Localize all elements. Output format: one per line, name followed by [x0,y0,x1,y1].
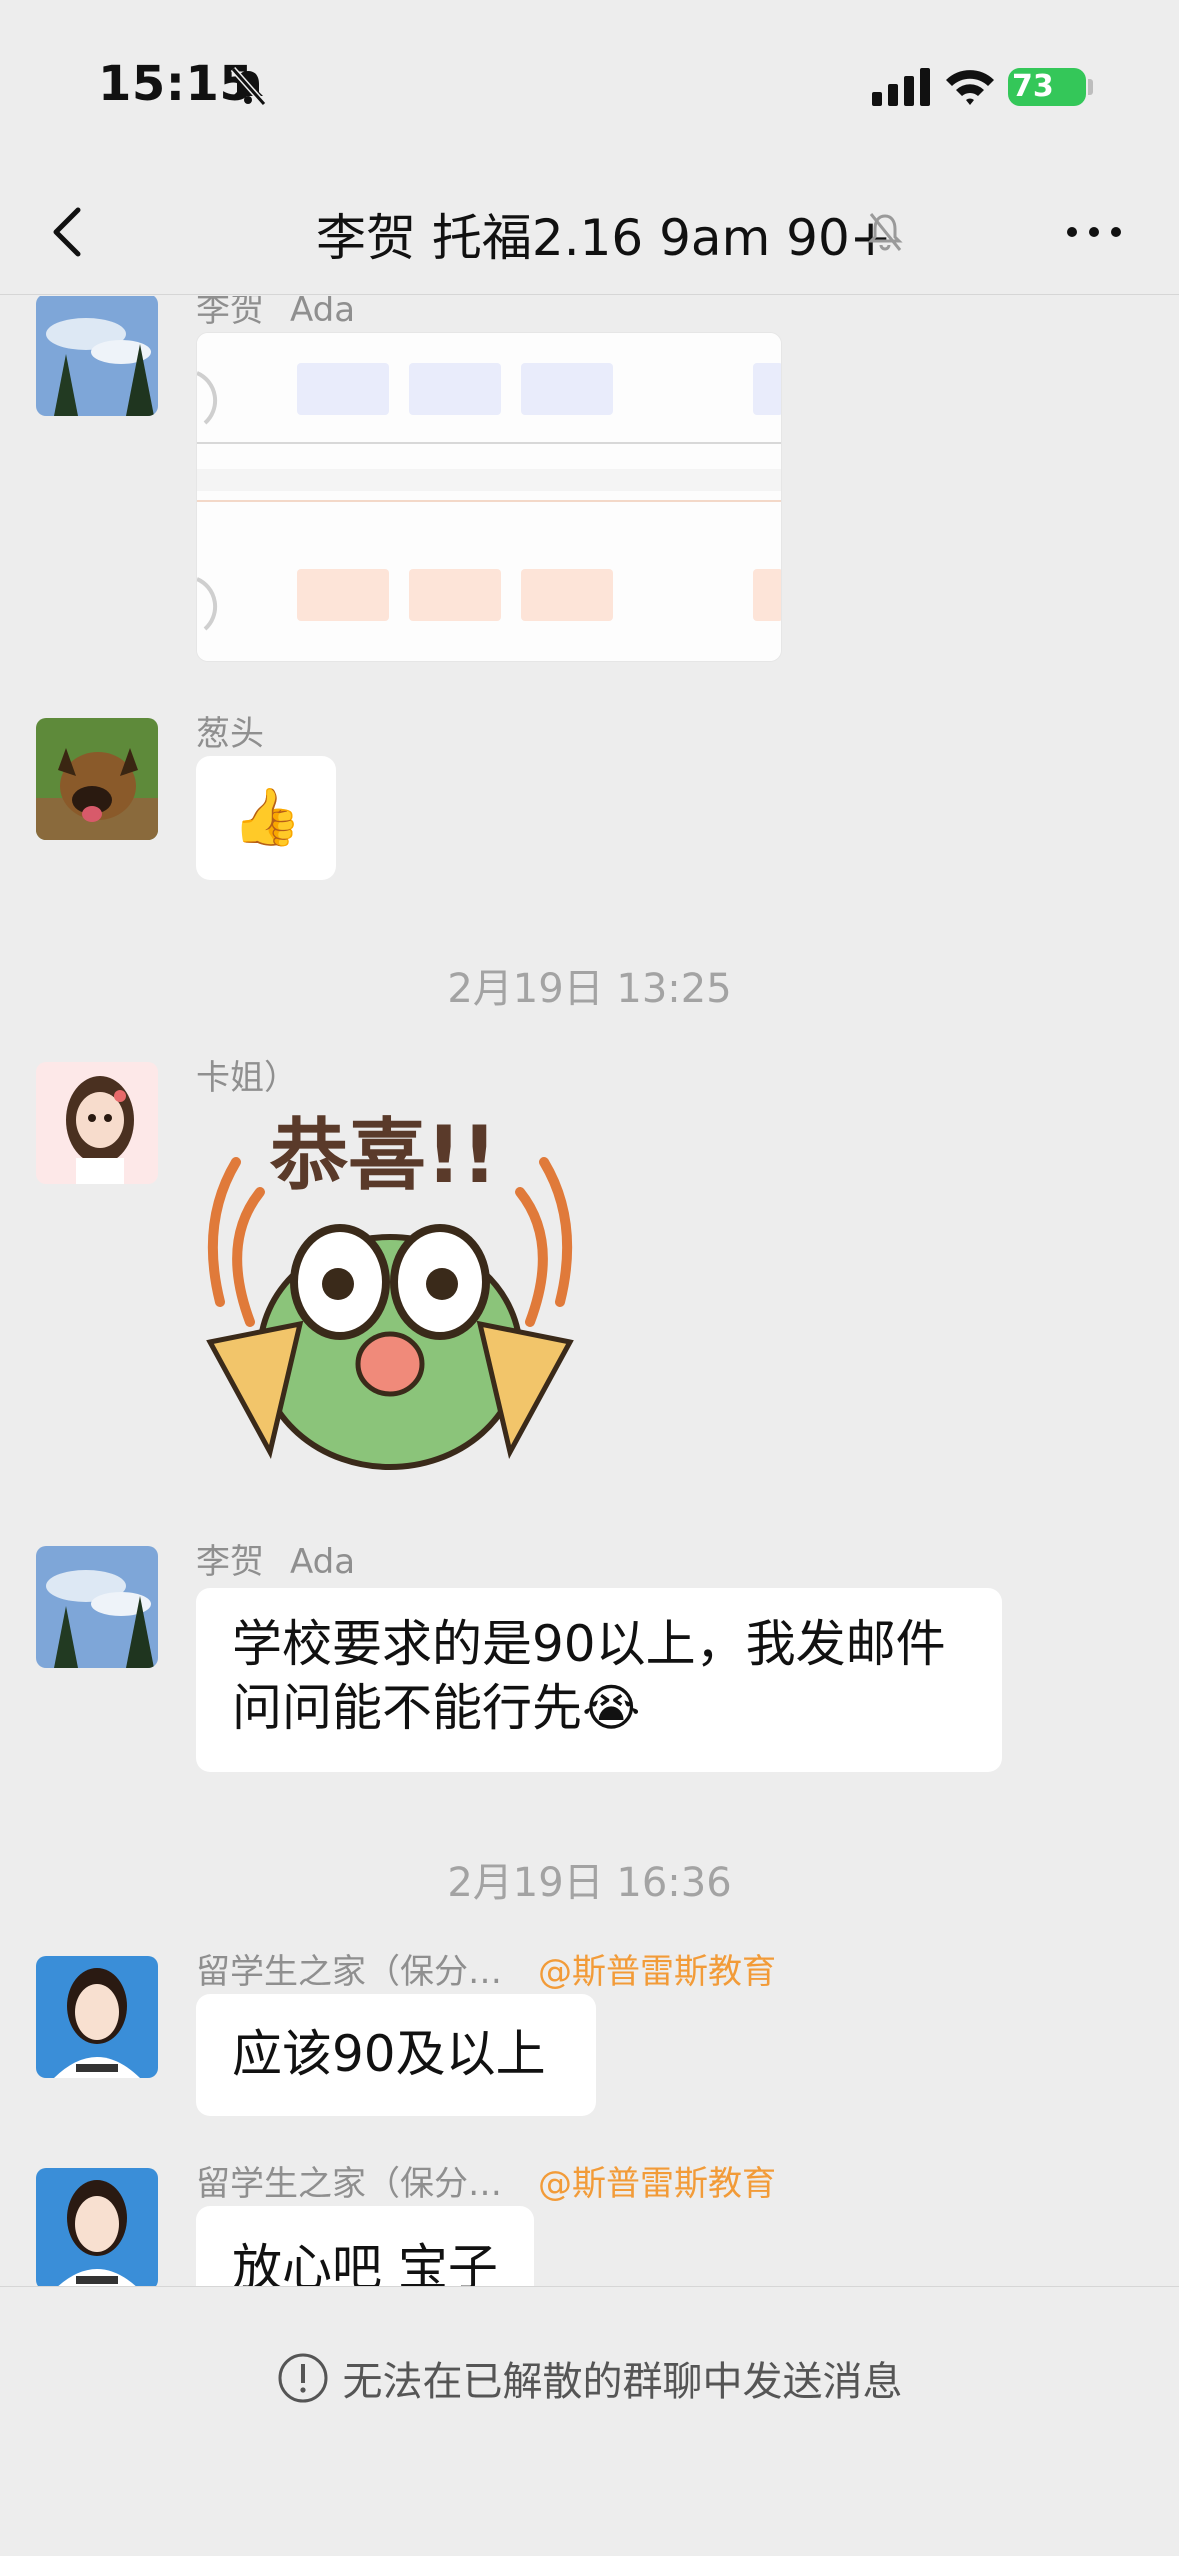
battery-level: 73 [1012,69,1054,104]
message-text-line: 问问能不能行先😭 [232,1679,641,1737]
message-text-line: 学校要求的是90以上，我发邮件 [232,1615,946,1673]
avatar[interactable] [36,2168,158,2286]
info-icon [278,2353,327,2403]
image-message[interactable] [196,332,782,662]
avatar[interactable] [36,296,158,416]
avatar[interactable] [36,1062,158,1184]
sender-name: 葱头 [196,714,264,754]
congrats-sticker[interactable]: 恭喜!! [190,1102,590,1482]
avatar[interactable] [36,1546,158,1668]
back-arrow-icon[interactable] [40,200,100,264]
sender-name-text: 李贺 [196,1542,264,1582]
sender-name: 李贺 Ada [196,296,355,331]
timestamp: 2月19日 16:36 [447,1860,732,1906]
avatar[interactable] [36,1956,158,2078]
signal-icon [872,68,930,106]
sticker-text: 恭喜!! [269,1111,497,1201]
sender-name: 卡姐） [196,1058,298,1098]
avatar[interactable] [36,718,158,840]
sender-name-text: 李贺 [196,296,264,330]
thumbs-up-emoji: 👍 [232,785,302,850]
message-list[interactable]: 李贺 Ada 葱头 👍 2月19日 13:25 卡姐） 恭喜!! 李贺 Ada … [0,296,1179,2286]
wifi-icon [946,70,994,105]
sender-alias: Ada [290,1542,356,1582]
message-text: 放心吧 宝子 [232,2239,498,2286]
sender-name: 留学生之家（保分… [196,2164,502,2204]
mention-tag[interactable]: @斯普雷斯教育 [538,1944,776,1993]
disbanded-notice: 无法在已解散的群聊中发送消息 [0,2349,1179,2407]
message-bubble[interactable]: 👍 [196,756,336,880]
more-icon[interactable] [1062,206,1126,258]
footer: 无法在已解散的群聊中发送消息 [0,2286,1179,2556]
bell-mute-icon [867,213,903,251]
mention-tag[interactable]: @斯普雷斯教育 [538,2156,776,2205]
battery-tip [1088,79,1093,95]
bell-mute-icon [230,67,267,106]
message-bubble[interactable]: 应该90及以上 [196,1994,596,2116]
notice-text: 无法在已解散的群聊中发送消息 [342,2359,903,2405]
chat-title: 李贺 托福2.16 9am 90+ [316,209,892,267]
timestamp: 2月19日 13:25 [447,966,732,1012]
sender-name: 李贺 Ada [196,1534,355,1583]
nav-bar: 李贺 托福2.16 9am 90+ [0,170,1179,295]
sender-alias: Ada [290,296,356,330]
message-bubble[interactable]: 学校要求的是90以上，我发邮件 问问能不能行先😭 [196,1588,1002,1772]
status-bar: 15:15 73 [0,0,1179,170]
message-bubble[interactable]: 放心吧 宝子 [196,2206,534,2286]
message-text: 应该90及以上 [232,2025,546,2083]
sender-name: 留学生之家（保分… [196,1952,502,1992]
